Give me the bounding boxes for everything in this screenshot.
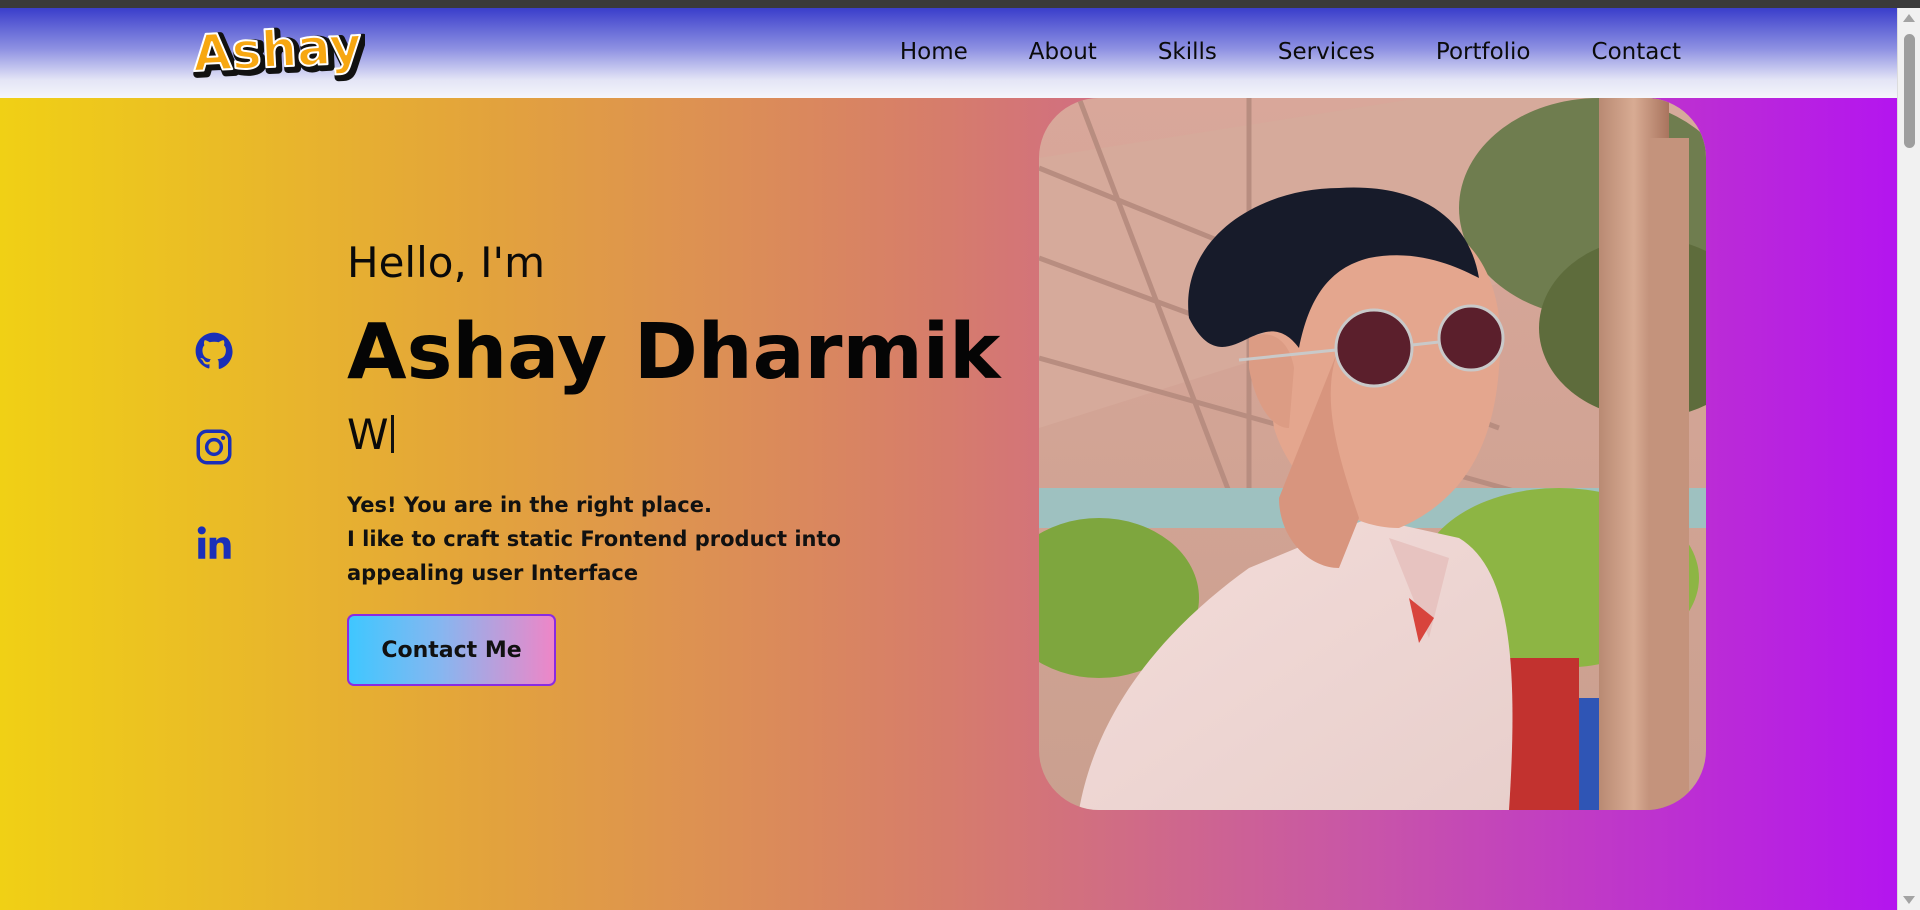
instagram-icon [196,429,232,465]
nav-portfolio[interactable]: Portfolio [1436,38,1531,66]
typed-text: W [347,410,394,460]
typed-text-value: W [347,410,389,459]
contact-me-button[interactable]: Contact Me [347,614,556,686]
linkedin-link[interactable] [193,522,235,564]
scroll-up-arrow-icon[interactable] [1903,14,1915,22]
page-viewport: Ashay Ashay Home About Skills Services P… [0,8,1897,910]
scrollbar-thumb[interactable] [1904,34,1915,148]
hero-section: Hello, I'm Ashay Dharmik W Yes! You are … [0,98,1897,910]
nav-menu: Home About Skills Services Portfolio Con… [900,38,1681,66]
nav-home[interactable]: Home [900,38,968,66]
browser-top-strip [0,0,1920,8]
linkedin-icon [197,526,231,559]
instagram-link[interactable] [193,426,235,468]
profile-photo [1039,98,1706,810]
scroll-down-arrow-icon[interactable] [1903,896,1915,904]
svg-text:Ashay: Ashay [191,18,363,83]
nav-services[interactable]: Services [1278,38,1375,66]
nav-contact[interactable]: Contact [1592,38,1681,66]
hero-greeting: Hello, I'm [347,238,546,287]
github-link[interactable] [193,330,235,372]
hero-name: Ashay Dharmik [347,308,1001,397]
description-line: appealing user Interface [347,561,639,585]
description-line: I like to craft static Frontend product … [347,527,841,551]
hero-description: Yes! You are in the right place. I like … [347,488,867,590]
description-line: Yes! You are in the right place. [347,493,712,517]
navbar: Ashay Ashay Home About Skills Services P… [0,8,1897,98]
typing-cursor [390,415,394,453]
nav-about[interactable]: About [1029,38,1097,66]
nav-skills[interactable]: Skills [1158,38,1217,66]
profile-photo-illustration [1039,98,1706,810]
logo-wordmark: Ashay Ashay [190,18,365,88]
logo[interactable]: Ashay Ashay [190,18,365,88]
scrollbar[interactable] [1897,8,1920,910]
github-icon [195,332,233,369]
